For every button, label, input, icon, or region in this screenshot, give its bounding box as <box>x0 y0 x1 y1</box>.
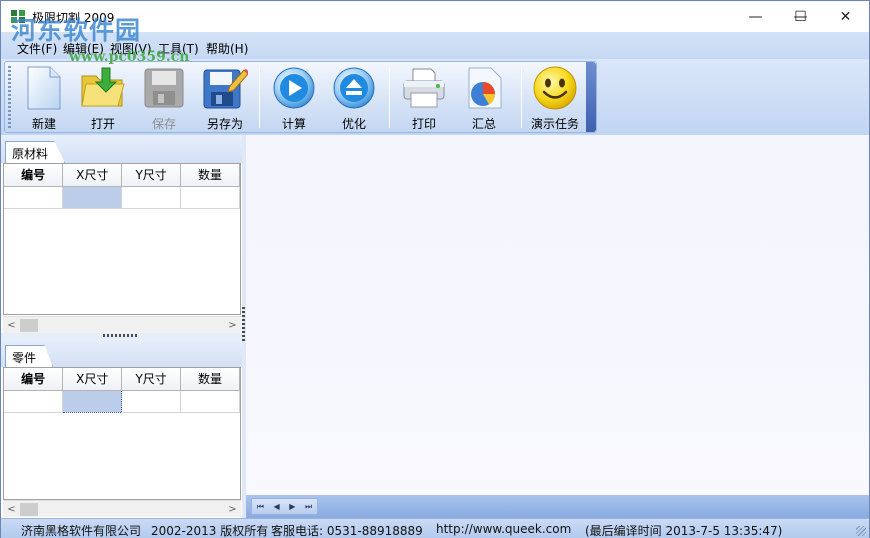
scroll-thumb[interactable] <box>20 503 38 516</box>
toolbar-separator <box>259 68 260 128</box>
first-page-icon[interactable]: ⏮ <box>257 502 264 512</box>
col-header-id[interactable]: 编号 <box>4 164 64 187</box>
scroll-left-arrow[interactable]: < <box>3 501 20 518</box>
left-panel: 原材料 编号 X尺寸 Y尺寸 数量 < > 零件 编号 X尺寸 Y尺寸 数量 <… <box>1 135 245 518</box>
col-header-x[interactable]: X尺寸 <box>62 368 123 391</box>
toolbar-separator-3 <box>521 68 522 128</box>
col-header-x[interactable]: X尺寸 <box>62 164 123 187</box>
save-button[interactable]: 保存 <box>139 64 189 132</box>
open-folder-icon <box>81 67 125 107</box>
status-phone: 客服电话: 0531-88918889 <box>271 524 423 538</box>
page-nav-bar: ⏮ ◀ ▶ ⏭ <box>246 495 869 518</box>
cell-id[interactable] <box>4 186 64 209</box>
scroll-left-arrow[interactable]: < <box>3 317 20 334</box>
parts-grid[interactable]: 编号 X尺寸 Y尺寸 数量 <box>3 367 241 500</box>
optimize-button[interactable]: 优化 <box>329 64 379 132</box>
tab-materials[interactable]: 原材料 <box>5 141 66 163</box>
cell-qty[interactable] <box>180 390 240 413</box>
calculate-label: 计算 <box>281 117 306 131</box>
status-build-time: (最后编译时间 2013-7-5 13:35:47) <box>585 524 783 538</box>
watermark-logo: 河东软件园 <box>11 16 142 45</box>
scroll-thumb[interactable] <box>20 319 38 332</box>
pie-chart-icon <box>468 67 502 109</box>
prev-page-icon[interactable]: ◀ <box>274 502 280 511</box>
play-icon <box>273 67 315 109</box>
cell-qty[interactable] <box>180 186 240 209</box>
status-company: 济南黑格软件有限公司 <box>21 524 142 538</box>
calculate-button[interactable]: 计算 <box>269 64 319 132</box>
summary-label: 汇总 <box>471 117 496 131</box>
app-window: 极限切割 2009 — — ☐ ✕ 文件(F) 编辑(E) 视图(V) 工具(T… <box>0 0 870 538</box>
open-button[interactable]: 打开 <box>78 64 128 132</box>
minimize-button-2[interactable]: — <box>733 1 778 32</box>
demo-task-label: 演示任务 <box>530 117 579 131</box>
close-button[interactable]: ✕ <box>823 1 868 32</box>
table-row[interactable] <box>4 389 240 413</box>
cell-x-selected[interactable] <box>62 389 123 413</box>
materials-hscrollbar[interactable]: < > <box>3 316 241 333</box>
toolbar-overflow-button[interactable] <box>586 62 596 132</box>
materials-header-row: 编号 X尺寸 Y尺寸 数量 <box>4 164 240 187</box>
save-as-button[interactable]: 另存为 <box>200 64 250 132</box>
last-page-icon[interactable]: ⏭ <box>305 502 312 512</box>
print-button[interactable]: 打印 <box>399 64 449 132</box>
status-copyright: 2002-2013 版权所有 <box>151 524 269 538</box>
watermark-url: www.pc0359.cn <box>69 49 190 65</box>
cell-x-selected[interactable] <box>62 186 123 209</box>
materials-grid[interactable]: 编号 X尺寸 Y尺寸 数量 <box>3 163 241 315</box>
toolbar-separator-2 <box>389 68 390 128</box>
parts-header-row: 编号 X尺寸 Y尺寸 数量 <box>4 368 240 391</box>
tab-parts[interactable]: 零件 <box>5 345 54 367</box>
new-file-icon <box>27 66 61 110</box>
status-bar: 济南黑格软件有限公司 2002-2013 版权所有 客服电话: 0531-889… <box>1 518 869 538</box>
page-nav-buttons: ⏮ ◀ ▶ ⏭ <box>251 498 318 515</box>
toolbar-grip[interactable] <box>8 66 11 128</box>
materials-tab-strip: 原材料 <box>1 135 245 163</box>
col-header-id[interactable]: 编号 <box>4 368 64 391</box>
parts-table: 编号 X尺寸 Y尺寸 数量 <box>4 368 240 413</box>
scroll-right-arrow[interactable]: > <box>224 501 241 518</box>
menu-help[interactable]: 帮助(H) <box>206 40 248 57</box>
cell-y[interactable] <box>121 186 182 209</box>
parts-tab-strip: 零件 <box>1 339 245 367</box>
next-page-icon[interactable]: ▶ <box>289 502 295 511</box>
demo-task-button[interactable]: 演示任务 <box>527 64 583 132</box>
optimize-label: 优化 <box>341 117 366 131</box>
smiley-icon <box>533 66 577 110</box>
save-disk-icon <box>144 68 184 108</box>
scroll-right-arrow[interactable]: > <box>224 317 241 334</box>
close-icon: ✕ <box>839 8 852 25</box>
printer-icon <box>403 68 445 108</box>
save-label: 保存 <box>151 117 176 131</box>
eject-icon <box>333 67 375 109</box>
new-button[interactable]: 新建 <box>19 64 69 132</box>
materials-table: 编号 X尺寸 Y尺寸 数量 <box>4 164 240 209</box>
col-header-y[interactable]: Y尺寸 <box>121 368 182 391</box>
print-label: 打印 <box>411 117 436 131</box>
new-label: 新建 <box>31 117 56 131</box>
parts-hscrollbar[interactable]: < > <box>3 500 241 517</box>
main-toolbar: 新建 打开 保存 另存为 计算 优化 打印 汇总 演示任务 <box>4 61 597 133</box>
save-as-label: 另存为 <box>206 117 243 131</box>
open-label: 打开 <box>90 117 115 131</box>
col-header-qty[interactable]: 数量 <box>180 164 240 187</box>
minimize-glyph: — <box>748 8 763 25</box>
cell-id[interactable] <box>4 390 64 413</box>
col-header-y[interactable]: Y尺寸 <box>121 164 182 187</box>
workspace-area[interactable] <box>246 135 869 495</box>
summary-button[interactable]: 汇总 <box>459 64 509 132</box>
cell-y[interactable] <box>121 390 182 413</box>
resize-grip[interactable] <box>856 526 866 536</box>
maximize-button[interactable]: ☐ <box>778 1 823 32</box>
col-header-qty[interactable]: 数量 <box>180 368 240 391</box>
maximize-icon: ☐ <box>794 8 807 25</box>
table-row[interactable] <box>4 186 240 209</box>
status-url: http://www.queek.com <box>436 522 572 536</box>
save-as-icon <box>203 69 248 109</box>
